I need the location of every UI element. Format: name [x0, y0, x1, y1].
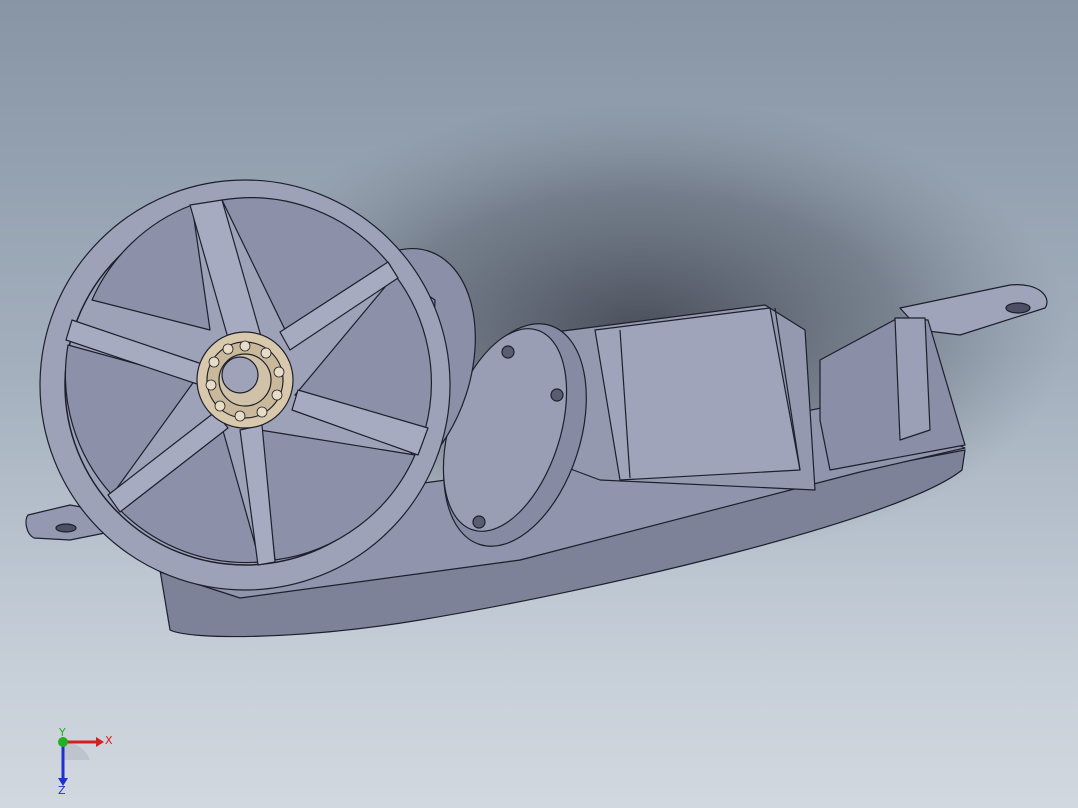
x-axis-arrow [96, 737, 104, 747]
flange-bolt-2[interactable] [550, 388, 564, 402]
flange-bolt-3[interactable] [472, 515, 486, 529]
3d-model-view[interactable] [0, 0, 1078, 808]
left-ear-hole [55, 523, 77, 533]
right-ear-hole [1005, 302, 1031, 314]
graphics-viewport[interactable]: X Y Z [0, 0, 1078, 808]
motor-housing-front [594, 307, 801, 481]
z-axis-label: Z [58, 784, 66, 794]
shaft[interactable] [221, 356, 259, 394]
y-axis-label: Y [58, 726, 66, 739]
orientation-triad: X Y Z [40, 722, 130, 797]
flange-bolt-1[interactable] [501, 345, 515, 359]
x-axis-label: X [105, 734, 113, 747]
triad-svg: X Y Z [58, 726, 113, 797]
right-bracket-face [894, 317, 931, 441]
